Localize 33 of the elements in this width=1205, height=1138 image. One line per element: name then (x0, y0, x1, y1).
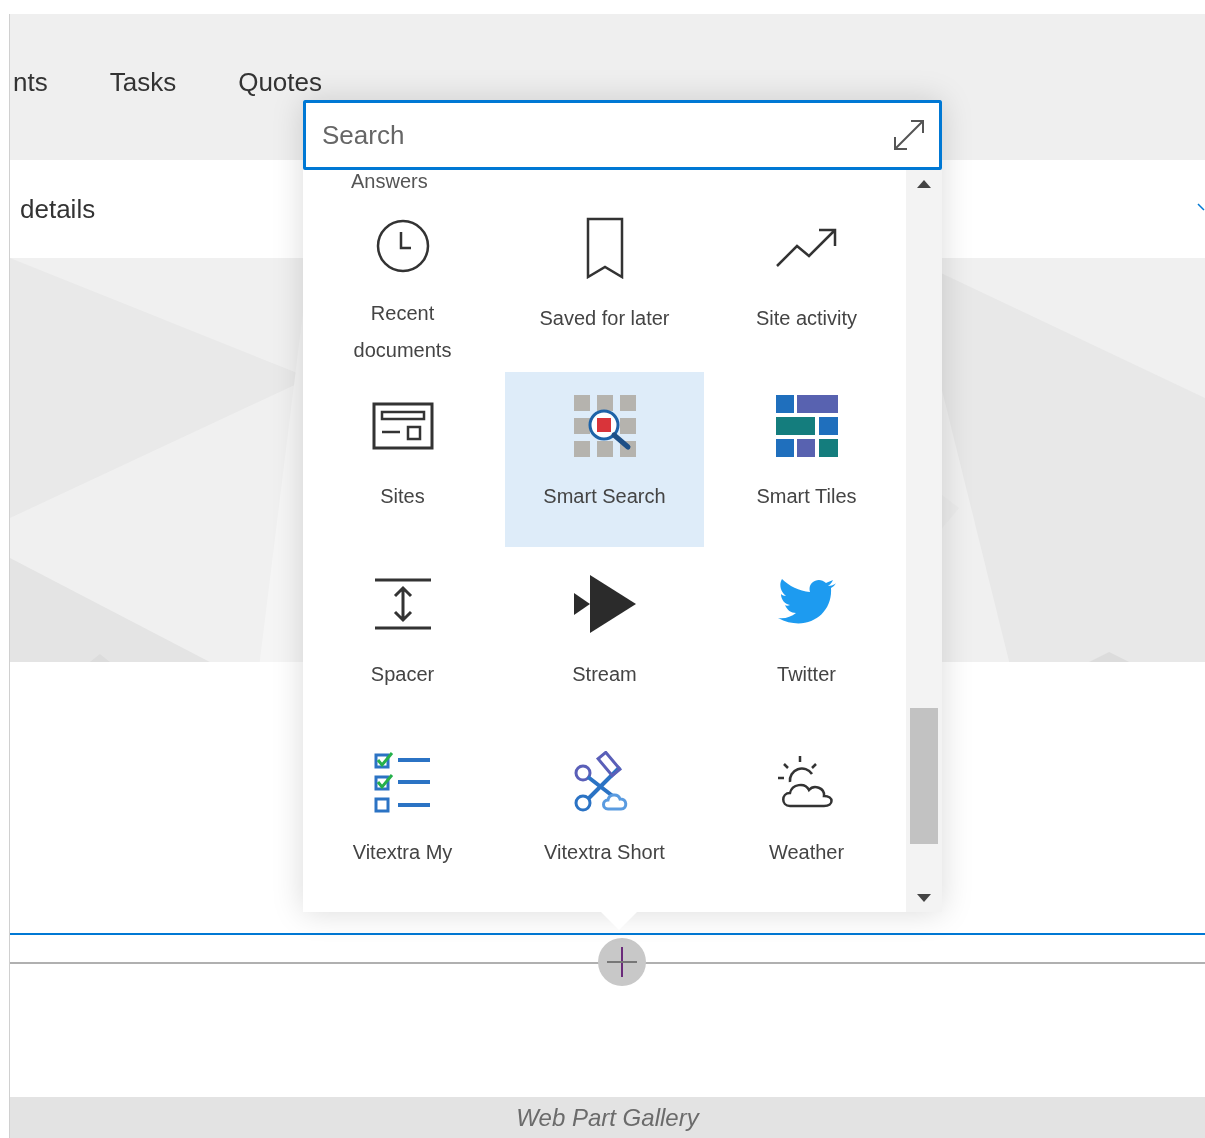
tile-label: Vitextra My (352, 840, 453, 865)
nav-tab[interactable]: Tasks (109, 66, 177, 98)
tile-label: Spacer (370, 662, 435, 687)
plus-icon (607, 947, 637, 977)
search-field[interactable]: Search (303, 100, 942, 170)
site-page-icon (371, 402, 434, 450)
bookmark-icon (584, 217, 625, 279)
clock-icon (374, 217, 431, 274)
tile-label: Stream (572, 662, 637, 687)
tile-label: Smart Search (543, 484, 666, 509)
tile-label: Saved for later (539, 306, 670, 331)
gallery-caption: Web Part Gallery (516, 1102, 699, 1133)
tile-label: Weather (768, 840, 845, 865)
scrollbar[interactable] (906, 170, 942, 912)
tile-label: Smart Tiles (756, 484, 857, 509)
tile-label: Twitter (777, 662, 836, 687)
scroll-up-icon[interactable] (917, 180, 931, 188)
tile-label: Sites (380, 484, 425, 509)
tile-label: Recent documents (352, 301, 453, 363)
grid-search-icon (573, 395, 636, 457)
play-icon (573, 575, 636, 633)
scrollbar-thumb[interactable] (910, 708, 938, 844)
web-part-tile[interactable]: Smart Search (505, 372, 704, 547)
spacer-icon (372, 578, 433, 630)
tile-label: Vitextra Short (544, 840, 665, 865)
expand-icon[interactable] (892, 118, 926, 152)
tile-label: Site activity (755, 306, 858, 331)
nav-tab[interactable]: nts (13, 66, 48, 98)
nav-tab[interactable]: Quotes (238, 66, 322, 98)
scroll-down-icon[interactable] (917, 894, 931, 902)
section-title: details (20, 192, 96, 226)
category-label: Answers (350, 170, 429, 192)
tiles-icon (775, 395, 838, 457)
